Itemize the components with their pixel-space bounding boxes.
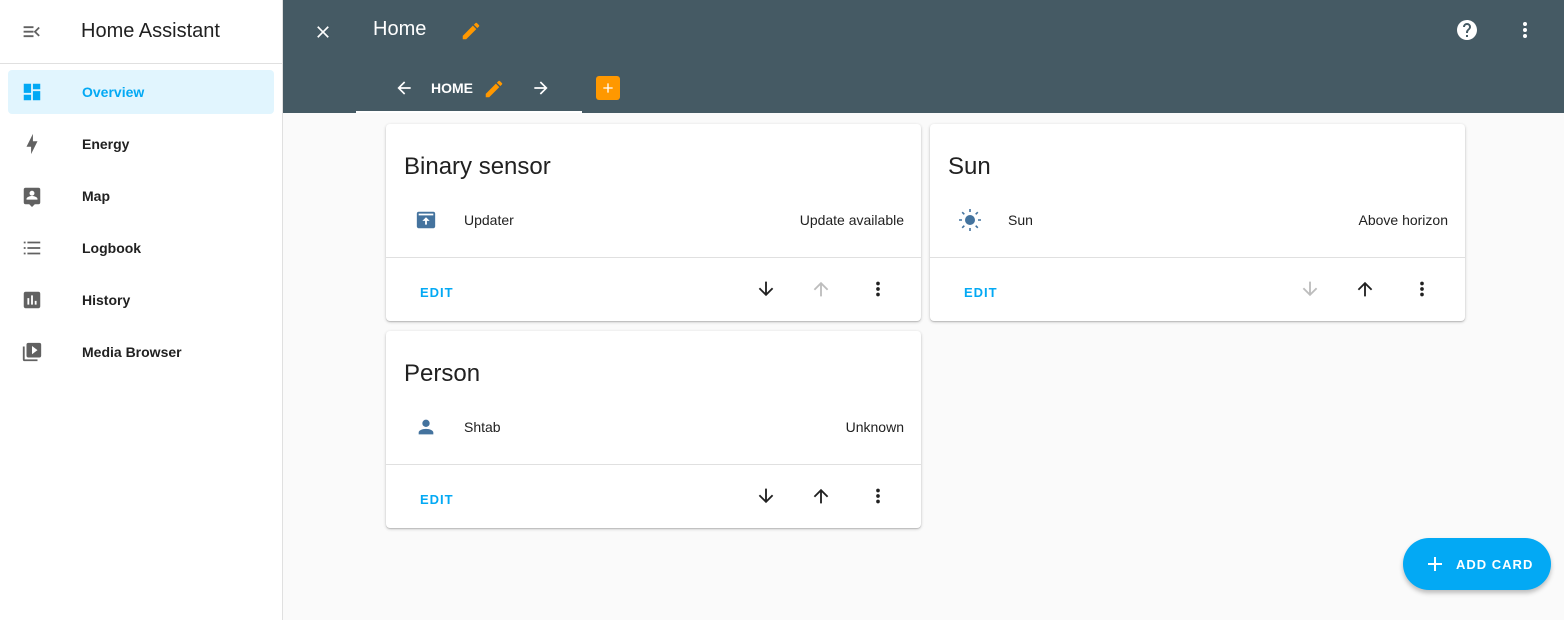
- sidebar-item-label: Overview: [82, 84, 145, 100]
- play-box-multiple-icon: [12, 341, 52, 363]
- sidebar-item-label: History: [82, 292, 131, 308]
- card-title: Sun: [948, 153, 991, 180]
- pencil-icon[interactable]: [483, 78, 505, 105]
- sidebar: Home Assistant Overview Energy Map Logbo…: [0, 0, 283, 620]
- account-icon: [414, 415, 438, 439]
- sidebar-item-overview[interactable]: Overview: [8, 70, 274, 114]
- app-title: Home Assistant: [81, 20, 220, 42]
- sidebar-item-history[interactable]: History: [8, 278, 274, 322]
- add-card-button[interactable]: ADD CARD: [1403, 538, 1551, 590]
- entity-state: Update available: [799, 212, 904, 228]
- format-list-bulleted-icon: [12, 237, 52, 259]
- pencil-icon[interactable]: [460, 20, 482, 47]
- arrow-up-icon: [809, 277, 833, 301]
- menu-collapse-icon[interactable]: [0, 0, 64, 64]
- package-up-icon: [414, 208, 438, 232]
- tab-home[interactable]: HOME: [356, 64, 582, 113]
- chart-box-icon: [12, 289, 52, 311]
- card-actions: EDIT: [386, 464, 921, 528]
- arrow-up-icon[interactable]: [1353, 277, 1377, 301]
- card-person: Person Shtab Unknown EDIT: [386, 331, 921, 528]
- card-binary-sensor: Binary sensor Updater Update available E…: [386, 124, 921, 321]
- dots-vertical-icon[interactable]: [866, 277, 890, 301]
- edit-card-button[interactable]: EDIT: [964, 285, 998, 300]
- sidebar-item-energy[interactable]: Energy: [8, 122, 274, 166]
- edit-card-button[interactable]: EDIT: [420, 285, 454, 300]
- arrow-down-icon[interactable]: [754, 277, 778, 301]
- tab-label: HOME: [431, 80, 473, 96]
- entity-name: Updater: [464, 212, 514, 228]
- plus-icon: [1423, 552, 1447, 581]
- sidebar-header: Home Assistant: [0, 0, 282, 64]
- add-card-label: ADD CARD: [1456, 557, 1534, 572]
- edit-card-button[interactable]: EDIT: [420, 492, 454, 507]
- dots-vertical-icon[interactable]: [1410, 277, 1434, 301]
- card-actions: EDIT: [930, 257, 1465, 321]
- account-box-icon: [12, 185, 52, 207]
- close-icon[interactable]: [309, 18, 337, 46]
- sidebar-item-media-browser[interactable]: Media Browser: [8, 330, 274, 374]
- arrow-left-icon[interactable]: [394, 78, 414, 103]
- entity-row[interactable]: Updater Update available: [386, 204, 921, 236]
- arrow-up-icon[interactable]: [809, 484, 833, 508]
- dots-vertical-icon[interactable]: [1513, 18, 1537, 47]
- entity-state: Unknown: [845, 419, 904, 435]
- card-sun: Sun Sun Above horizon EDIT: [930, 124, 1465, 321]
- plus-icon: [603, 83, 613, 93]
- add-view-button[interactable]: [596, 76, 620, 100]
- lightning-bolt-icon: [12, 133, 52, 155]
- sidebar-item-label: Energy: [82, 136, 130, 152]
- card-title: Binary sensor: [404, 153, 551, 180]
- entity-name: Sun: [1008, 212, 1033, 228]
- entity-row[interactable]: Shtab Unknown: [386, 411, 921, 443]
- view-dashboard-icon: [12, 81, 52, 103]
- dots-vertical-icon[interactable]: [866, 484, 890, 508]
- arrow-right-icon[interactable]: [531, 78, 551, 103]
- entity-name: Shtab: [464, 419, 501, 435]
- card-title: Person: [404, 360, 481, 387]
- sidebar-item-label: Logbook: [82, 240, 142, 256]
- sidebar-item-label: Map: [82, 188, 110, 204]
- entity-state: Above horizon: [1358, 212, 1448, 228]
- sidebar-item-logbook[interactable]: Logbook: [8, 226, 274, 270]
- dashboard-title: Home: [373, 18, 427, 40]
- edit-mode-toolbar: Home HOME: [283, 0, 1564, 113]
- entity-row[interactable]: Sun Above horizon: [930, 204, 1465, 236]
- card-actions: EDIT: [386, 257, 921, 321]
- arrow-down-icon: [1298, 277, 1322, 301]
- help-circle-icon[interactable]: [1455, 18, 1479, 47]
- sidebar-item-label: Media Browser: [82, 344, 182, 360]
- sidebar-item-map[interactable]: Map: [8, 174, 274, 218]
- white-balance-sunny-icon: [958, 208, 982, 232]
- sidebar-nav: Overview Energy Map Logbook History Medi…: [0, 64, 282, 374]
- arrow-down-icon[interactable]: [754, 484, 778, 508]
